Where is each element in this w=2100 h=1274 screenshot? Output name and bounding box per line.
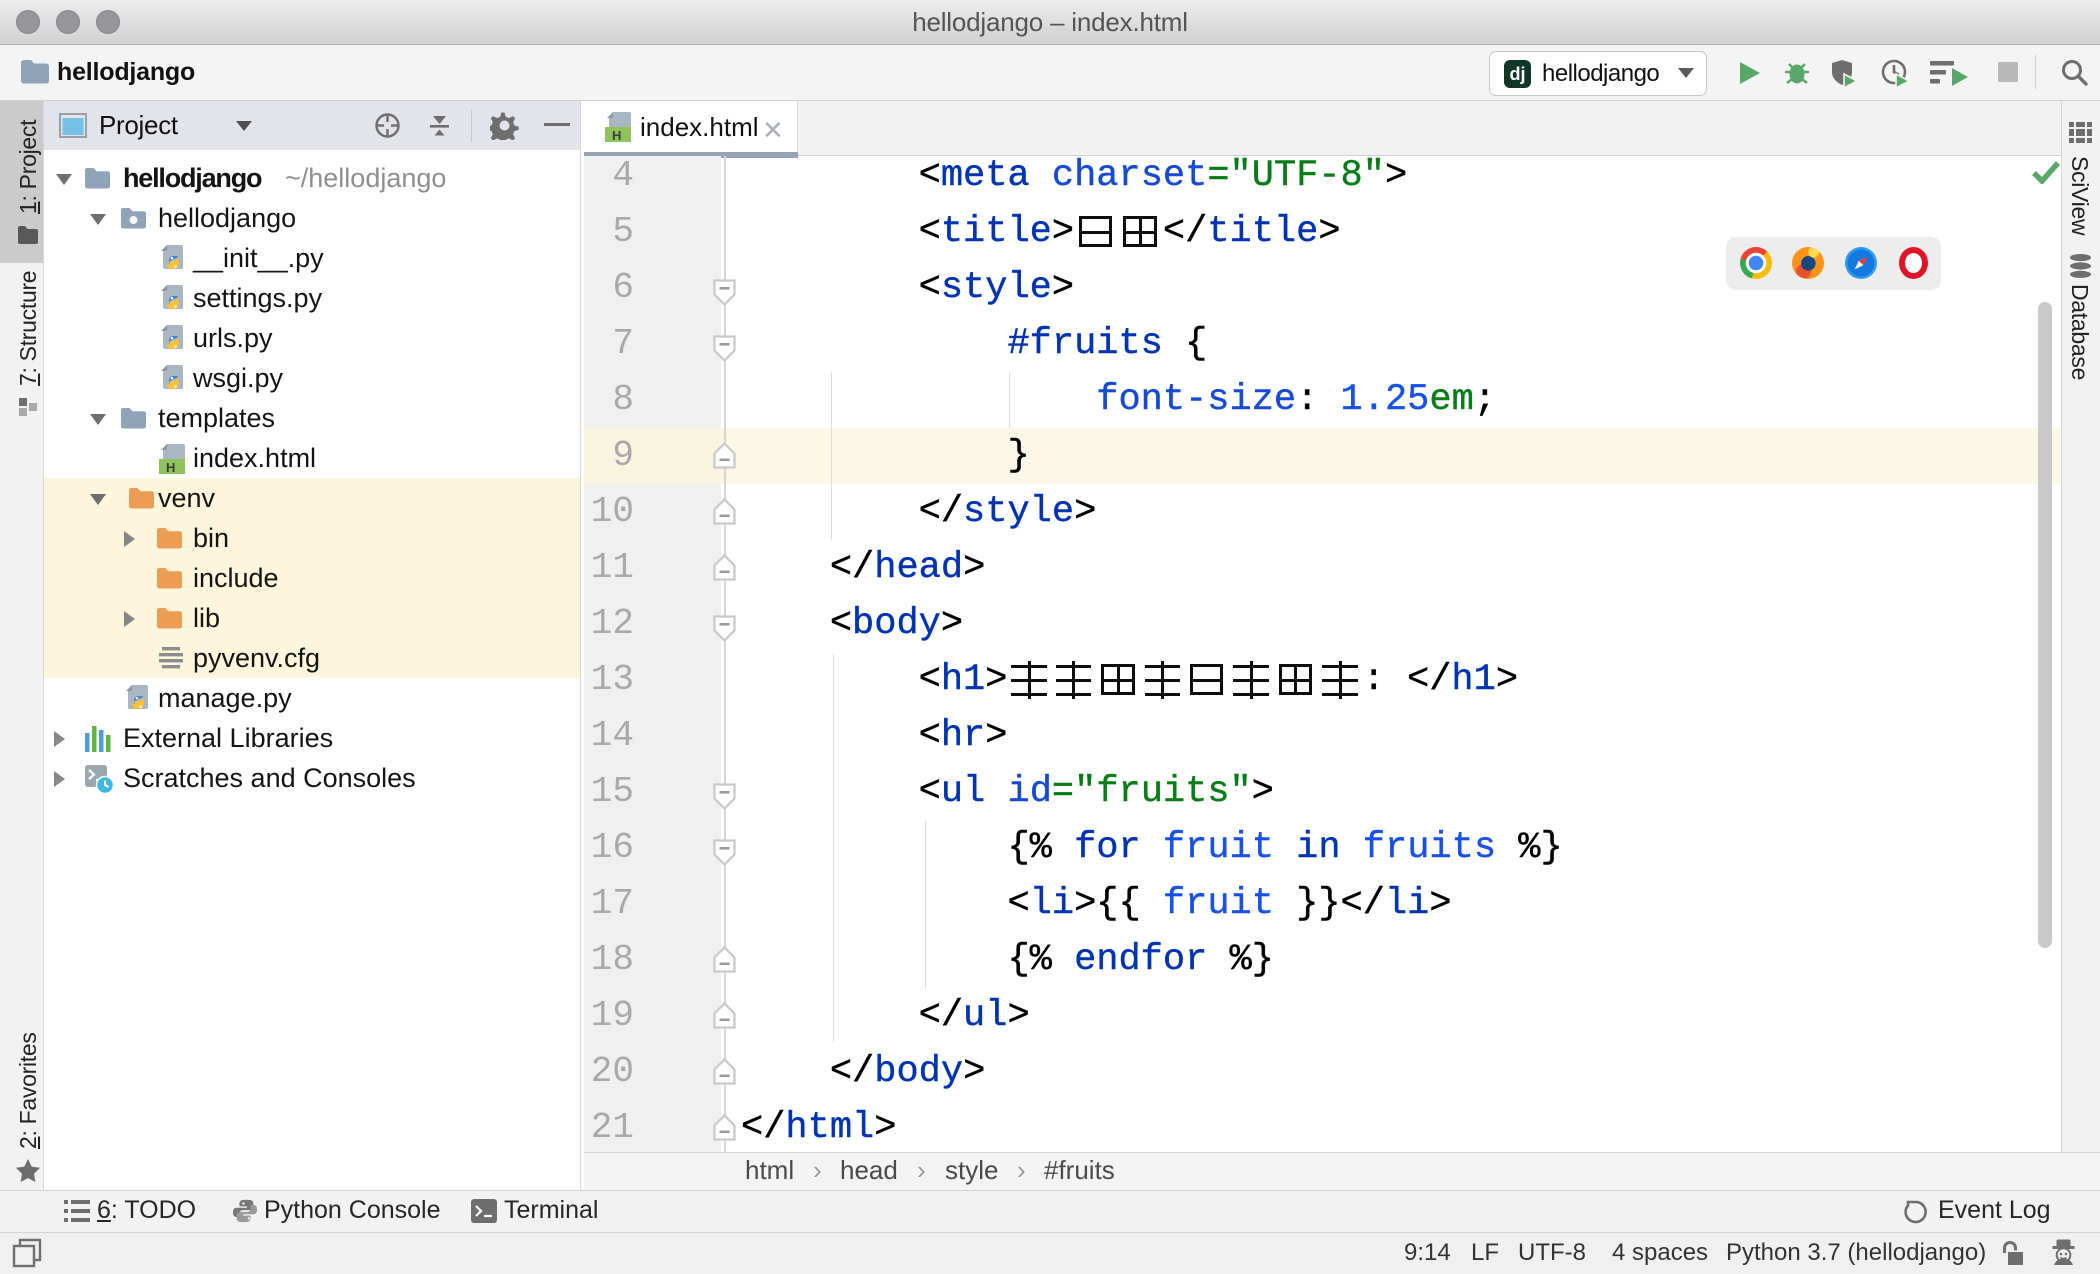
svg-text:H: H xyxy=(166,460,175,475)
svg-text:H: H xyxy=(612,128,621,143)
